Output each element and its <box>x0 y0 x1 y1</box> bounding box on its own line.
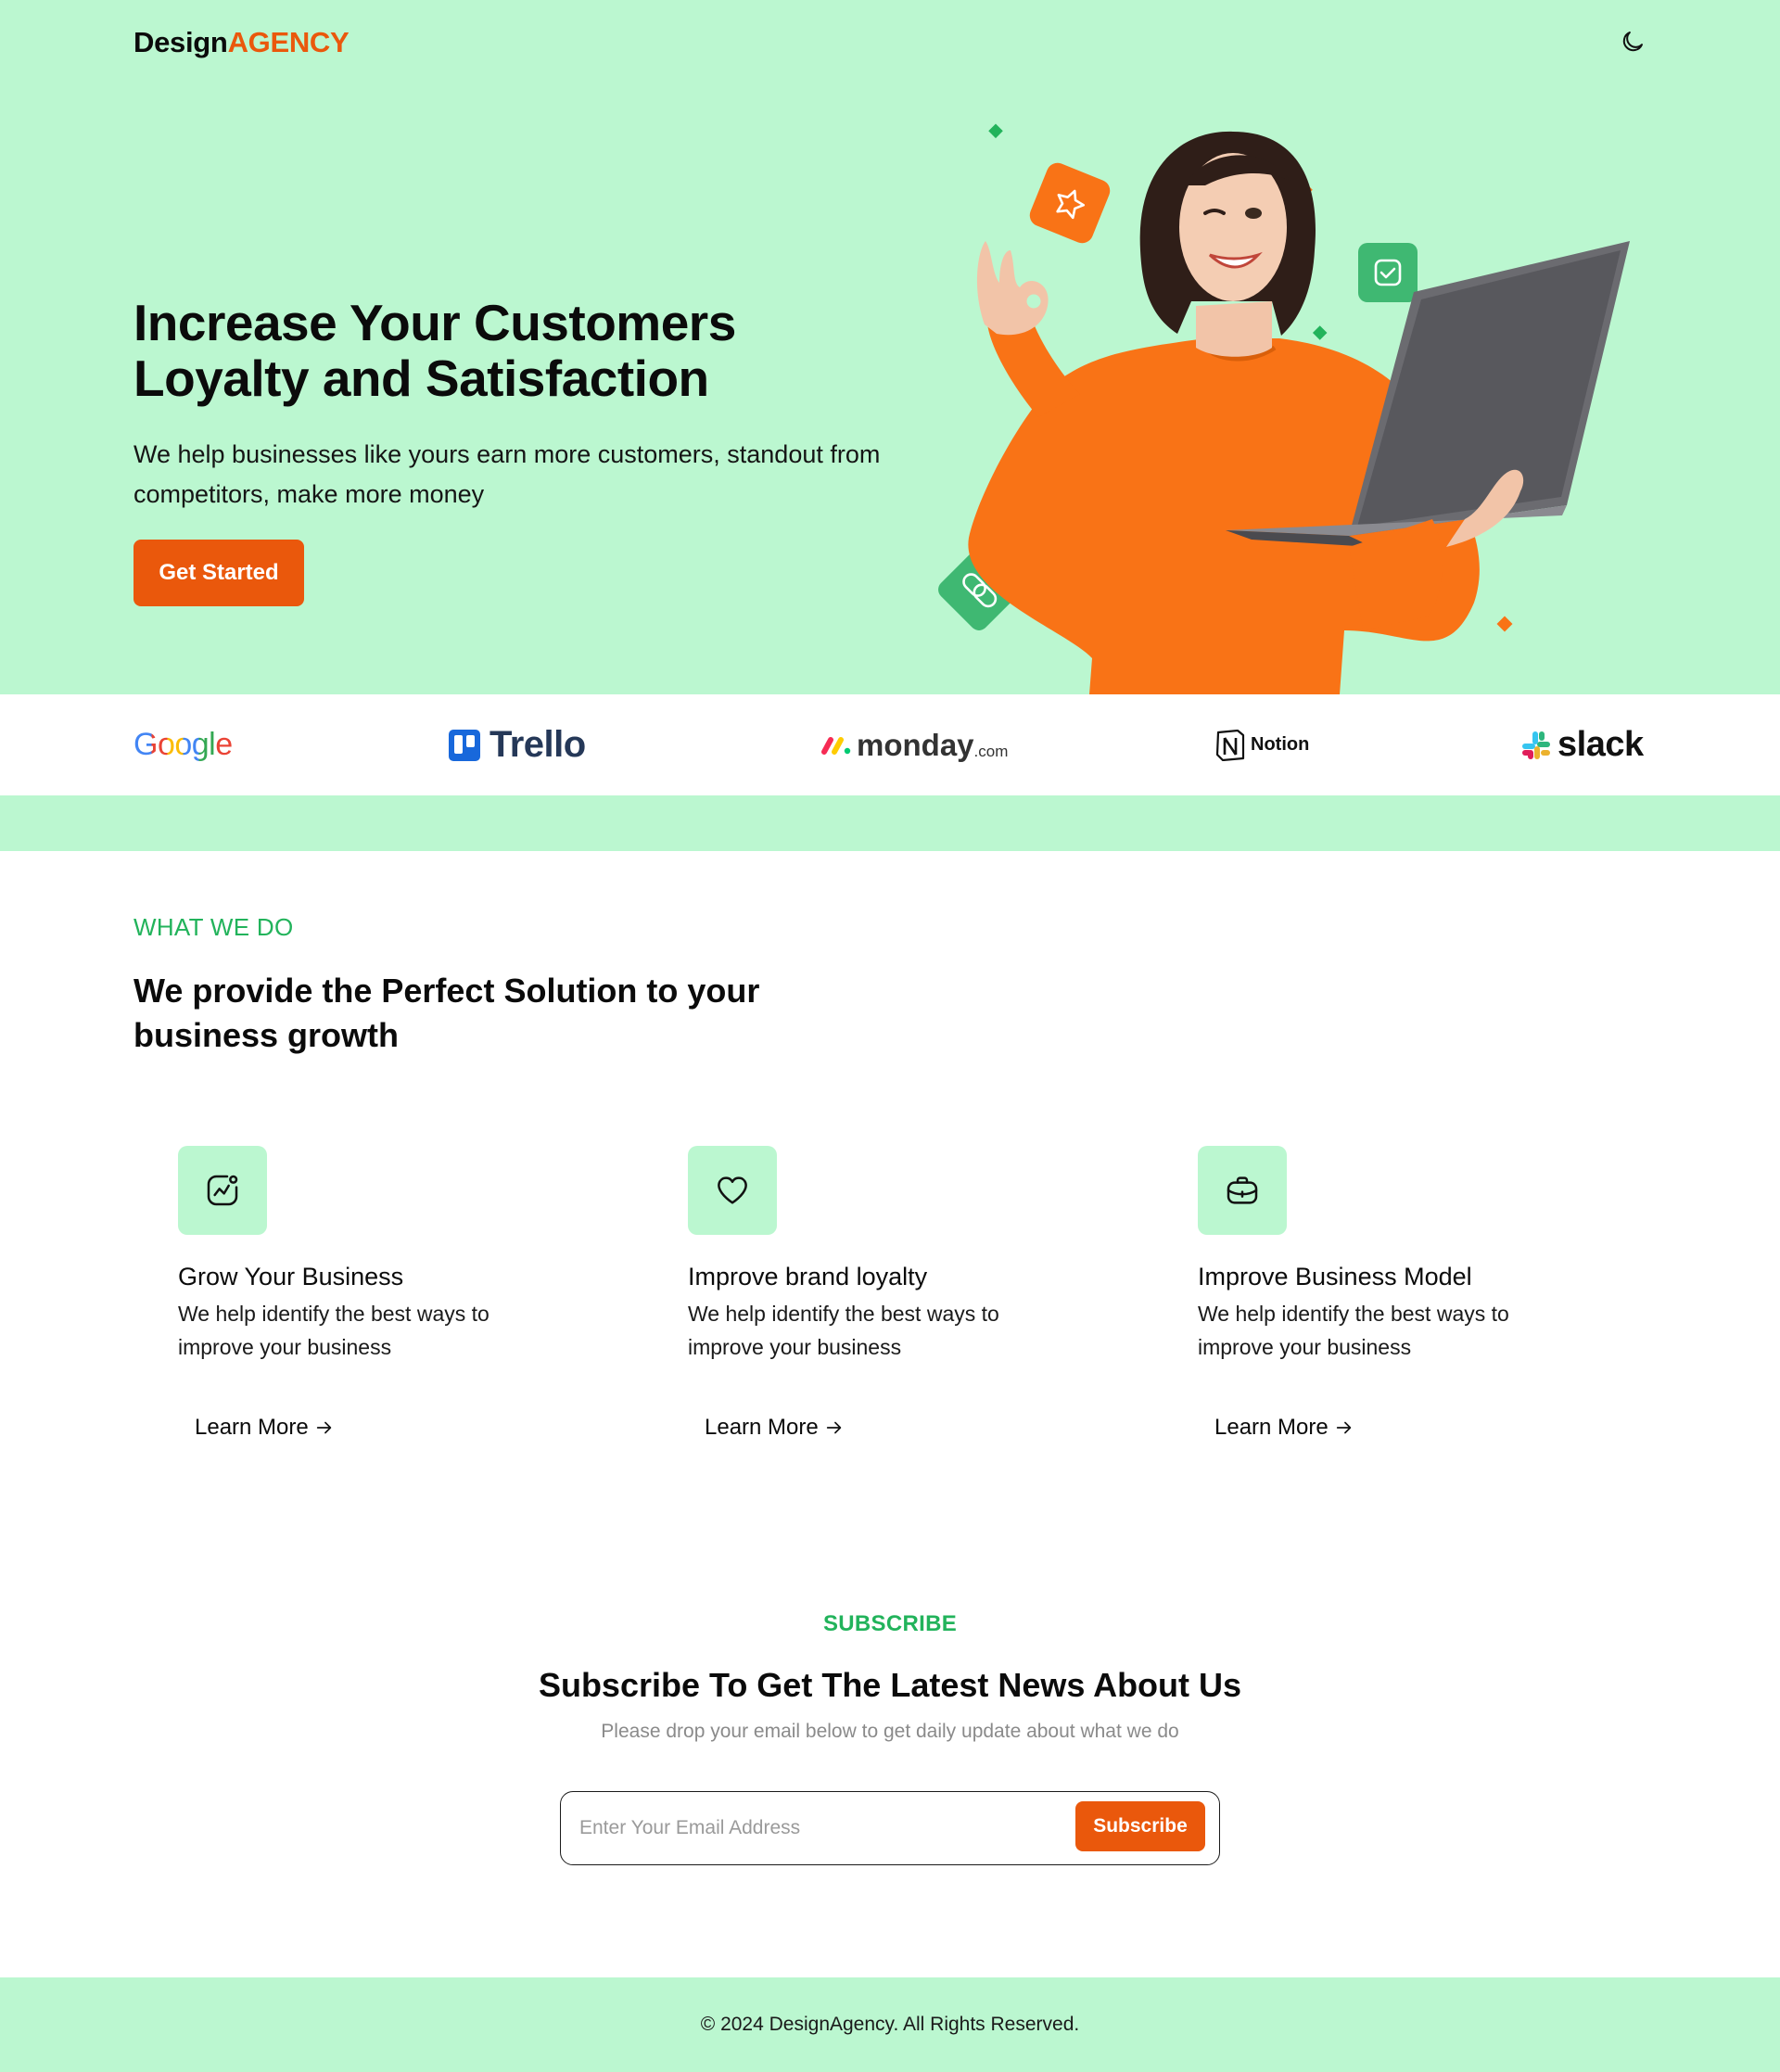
brand-logos-strip: Google Trello monday .com Notion slack <box>0 694 1780 795</box>
notion-logo-text: Notion <box>1251 734 1310 755</box>
hand <box>976 241 1049 336</box>
learn-more-label: Learn More <box>1214 1415 1329 1440</box>
trello-icon <box>449 729 480 761</box>
slack-icon <box>1522 731 1550 759</box>
hero-illustration <box>938 123 1630 694</box>
heart-icon <box>718 1176 747 1204</box>
decor-diamond <box>988 123 1003 139</box>
decor-diamond <box>1312 325 1328 340</box>
services-eyebrow: WHAT WE DO <box>134 913 294 941</box>
hero-title: Increase Your Customers Loyalty and Sati… <box>134 294 736 407</box>
service-card-text: We help identify the best ways to improv… <box>178 1302 490 1359</box>
decor-diamond <box>1496 616 1513 632</box>
slack-logo: slack <box>1520 694 1644 795</box>
subscribe-eyebrow: SUBSCRIBE <box>822 1611 958 1636</box>
google-logo-text: Google <box>134 727 233 762</box>
service-icon-box <box>688 1146 777 1235</box>
subscribe-title: Subscribe To Get The Latest News About U… <box>538 1666 1242 1704</box>
monday-icon <box>821 736 851 755</box>
logo-text-accent: AGENCY <box>227 26 350 58</box>
services-title: We provide the Perfect Solution to your … <box>134 972 760 1054</box>
service-icon-box <box>178 1146 267 1235</box>
subscribe-text: Please drop your email below to get dail… <box>601 1721 1179 1742</box>
email-input[interactable] <box>579 1805 1062 1851</box>
notion-icon <box>1215 729 1245 761</box>
slack-logo-text: slack <box>1558 725 1644 764</box>
briefcase-icon <box>1227 1176 1258 1204</box>
service-card: Improve Business Model We help identify … <box>1198 1146 1587 1461</box>
hero-subtitle: We help businesses like yours earn more … <box>134 440 881 508</box>
google-logo: Google <box>134 694 233 795</box>
arrow-right-icon <box>316 1421 331 1434</box>
monday-logo-text: monday <box>857 727 974 762</box>
site-logo[interactable]: DesignAGENCY <box>134 26 350 59</box>
moon-icon <box>1622 32 1643 52</box>
learn-more-label: Learn More <box>705 1415 819 1440</box>
service-card-title: Improve Business Model <box>1198 1263 1472 1290</box>
copyright-text: © 2024 DesignAgency. All Rights Reserved… <box>700 2014 1080 2035</box>
monday-logo-suffix: .com <box>973 742 1009 760</box>
check-badge-icon <box>1358 243 1418 302</box>
learn-more-link[interactable]: Learn More <box>195 1415 335 1441</box>
logo-text-main: Design <box>134 26 228 58</box>
service-card: Improve brand loyalty We help identify t… <box>688 1146 1077 1461</box>
theme-toggle-button[interactable] <box>1615 24 1650 59</box>
footer: © 2024 DesignAgency. All Rights Reserved… <box>0 1977 1780 2072</box>
service-card-title: Grow Your Business <box>178 1263 404 1290</box>
trello-logo-text: Trello <box>490 724 586 765</box>
subscribe-button[interactable]: Subscribe <box>1075 1801 1205 1851</box>
learn-more-link[interactable]: Learn More <box>705 1415 845 1441</box>
subscribe-form: Subscribe <box>560 1791 1220 1865</box>
divider-band <box>0 795 1780 851</box>
learn-more-label: Learn More <box>195 1415 309 1440</box>
service-card-text: We help identify the best ways to improv… <box>688 1302 999 1359</box>
star-badge-icon <box>1029 162 1111 244</box>
service-icon-box <box>1198 1146 1287 1235</box>
trello-logo: Trello <box>449 694 586 795</box>
arrow-right-icon <box>826 1421 841 1434</box>
monday-logo: monday .com <box>821 694 1008 795</box>
service-card-text: We help identify the best ways to improv… <box>1198 1302 1509 1359</box>
learn-more-link[interactable]: Learn More <box>1214 1415 1354 1441</box>
growth-chart-icon <box>207 1175 238 1206</box>
hero-section: DesignAGENCY Increase Your Customers Loy… <box>0 0 1780 694</box>
notion-logo: Notion <box>1215 694 1309 795</box>
get-started-button[interactable]: Get Started <box>134 540 304 606</box>
arrow-right-icon <box>1336 1421 1351 1434</box>
service-card-title: Improve brand loyalty <box>688 1263 928 1290</box>
service-card: Grow Your Business We help identify the … <box>178 1146 567 1461</box>
